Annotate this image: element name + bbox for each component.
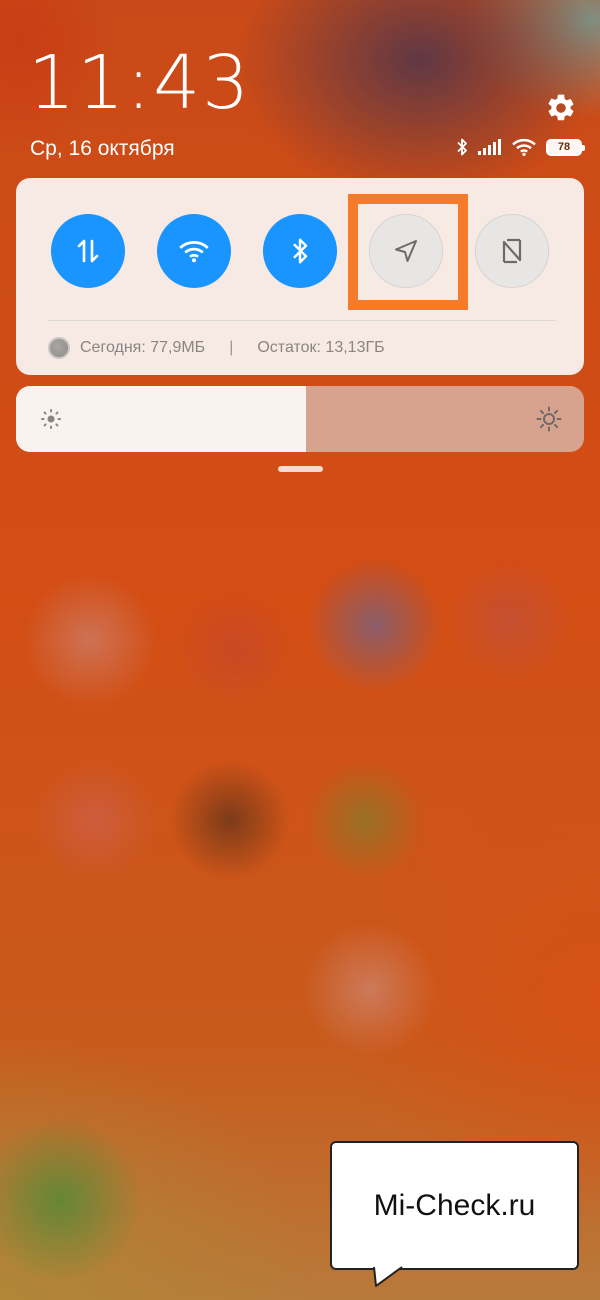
brightness-slider[interactable]	[16, 386, 584, 452]
data-usage[interactable]: Сегодня: 77,9МБ | Остаток: 13,13ГБ	[48, 337, 385, 359]
date: Ср, 16 октября	[30, 137, 175, 160]
signal-icon	[478, 139, 501, 155]
battery-level: 78	[557, 140, 571, 153]
drag-handle[interactable]	[278, 466, 323, 472]
data-usage-separator: |	[229, 339, 234, 356]
bluetooth-icon	[457, 138, 467, 156]
brightness-high-icon	[536, 406, 562, 432]
settings-button[interactable]	[542, 89, 580, 127]
divider	[48, 320, 556, 321]
quick-settings-panel: Сегодня: 77,9МБ | Остаток: 13,13ГБ	[16, 178, 584, 375]
wifi-icon	[512, 138, 536, 156]
clock: 11:43	[28, 40, 252, 126]
wifi-icon	[179, 241, 209, 263]
watermark-text: Mi-Check.ru	[373, 1188, 536, 1222]
data-usage-icon	[48, 337, 70, 359]
data-usage-remaining: Остаток: 13,13ГБ	[257, 339, 385, 356]
brightness-low-icon	[38, 406, 64, 432]
toggle-nfc[interactable]	[475, 214, 549, 288]
watermark-callout: Mi-Check.ru	[330, 1141, 579, 1270]
location-highlight-frame	[348, 194, 468, 310]
callout-tail	[373, 1266, 403, 1287]
battery-icon: 78	[546, 138, 585, 156]
toggle-wifi[interactable]	[157, 214, 231, 288]
nfc-icon	[502, 238, 522, 264]
gear-icon	[548, 94, 574, 121]
data-usage-today: Сегодня: 77,9МБ	[80, 339, 206, 356]
toggle-mobile-data[interactable]	[51, 214, 125, 288]
bluetooth-icon	[293, 238, 308, 264]
data-transfer-icon	[77, 239, 99, 263]
toggle-bluetooth[interactable]	[263, 214, 337, 288]
status-icons: 78	[456, 136, 585, 158]
